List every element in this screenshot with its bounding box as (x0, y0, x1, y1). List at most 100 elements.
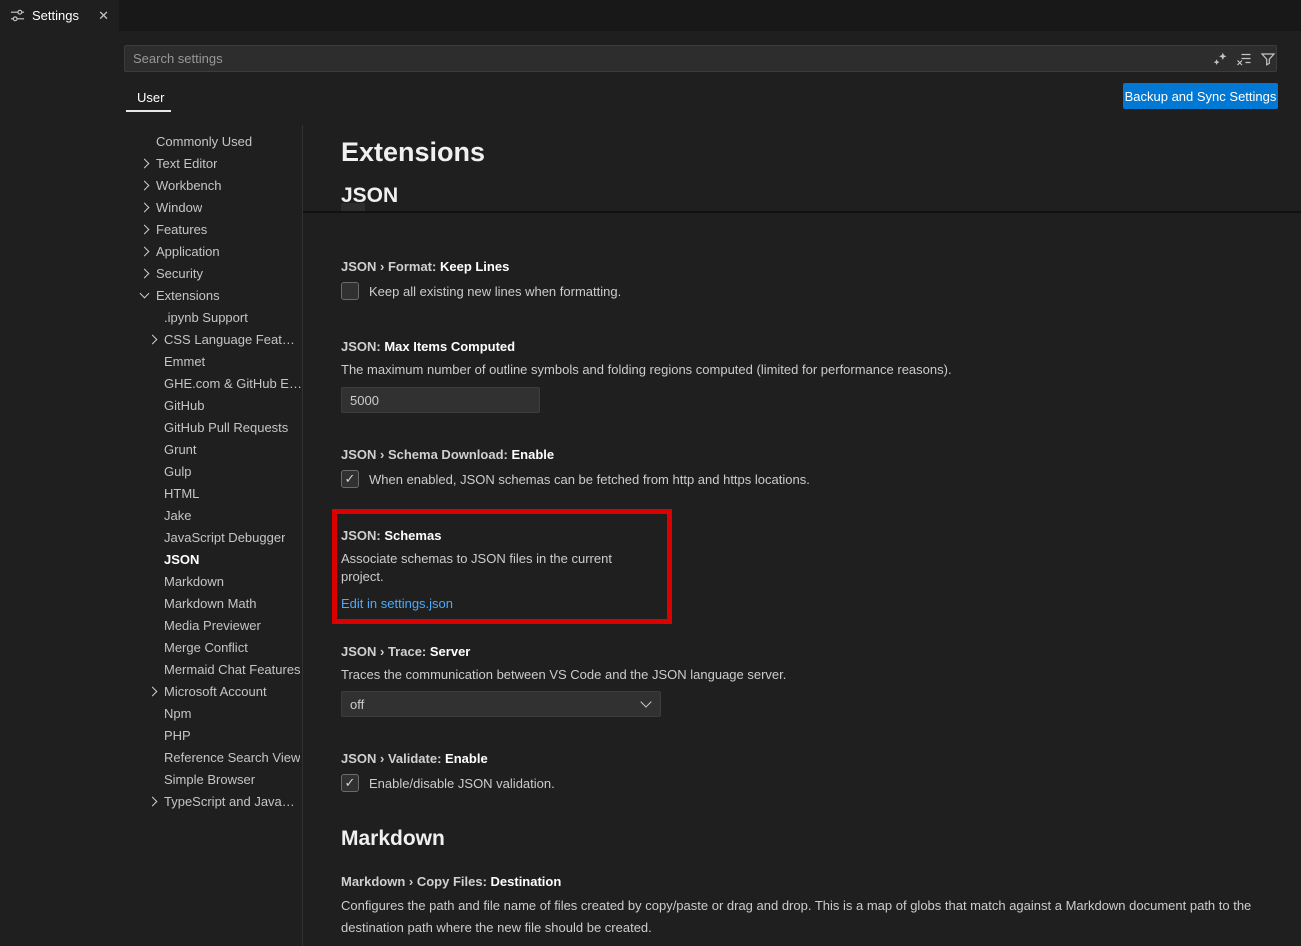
chevron-right-icon (140, 224, 150, 234)
close-icon[interactable]: ✕ (98, 9, 109, 22)
toc-item-label: Gulp (164, 464, 191, 479)
schema-download-checkbox[interactable]: ✓ (341, 470, 359, 488)
setting-title: JSON › Schema Download: Enable (341, 446, 1261, 464)
toc-item-label: CSS Language Features (164, 332, 302, 347)
toc-item[interactable]: Simple Browser (0, 768, 302, 790)
toc-item-label: Window (156, 200, 202, 215)
setting-description: Traces the communication between VS Code… (341, 666, 1261, 684)
toc-item[interactable]: Gulp (0, 460, 302, 482)
toc-item[interactable]: CSS Language Features (0, 328, 302, 350)
setting-name: Destination (491, 874, 562, 889)
chevron-right-icon (140, 202, 150, 212)
toc-item[interactable]: HTML (0, 482, 302, 504)
toc-item-label: Markdown Math (164, 596, 256, 611)
editor-tab-bar: Settings ✕ (0, 0, 1301, 31)
search-input[interactable] (124, 45, 1277, 72)
toc-item-label: JavaScript Debugger (164, 530, 285, 545)
setting-json-max-items-computed: JSON: Max Items Computed The maximum num… (341, 338, 1261, 413)
chevron-right-icon (148, 334, 158, 344)
setting-name: Server (430, 644, 470, 659)
toc-item-label: Microsoft Account (164, 684, 267, 699)
toc-item-label: Simple Browser (164, 772, 255, 787)
search-toolbar (1211, 50, 1276, 67)
chevron-down-icon (140, 288, 150, 298)
toc-item[interactable]: Window (0, 196, 302, 218)
toc-item-label: Jake (164, 508, 191, 523)
toc-item-label: Application (156, 244, 220, 259)
toc-item-label: GitHub Pull Requests (164, 420, 288, 435)
toc-item[interactable]: TypeScript and JavaSc... (0, 790, 302, 812)
setting-json-trace-server: JSON › Trace: Server Traces the communic… (341, 643, 1261, 717)
chevron-right-icon (140, 268, 150, 278)
toc-item[interactable]: Markdown (0, 570, 302, 592)
toc-item[interactable]: Microsoft Account (0, 680, 302, 702)
clear-search-icon[interactable] (1235, 50, 1252, 67)
toc-item[interactable]: Security (0, 262, 302, 284)
setting-title: JSON: Schemas (341, 527, 657, 545)
toc-item[interactable]: Jake (0, 504, 302, 526)
toc-resize-sash[interactable] (302, 125, 303, 946)
toc-item[interactable]: Markdown Math (0, 592, 302, 614)
chevron-right-icon (148, 686, 158, 696)
setting-json-validate-enable: JSON › Validate: Enable ✓ Enable/disable… (341, 750, 1261, 792)
setting-description: Enable/disable JSON validation. (369, 776, 555, 791)
user-scope-underline (126, 110, 171, 112)
toc-item[interactable]: GitHub (0, 394, 302, 416)
setting-json-schemas-highlighted: JSON: Schemas Associate schemas to JSON … (332, 509, 672, 624)
setting-description: Associate schemas to JSON files in the c… (341, 550, 657, 586)
toc-item[interactable]: Emmet (0, 350, 302, 372)
toc-item[interactable]: JavaScript Debugger (0, 526, 302, 548)
setting-name: Schemas (384, 528, 441, 543)
validate-enable-checkbox[interactable]: ✓ (341, 774, 359, 792)
setting-description: Configures the path and file name of fil… (341, 895, 1261, 939)
backup-and-sync-button[interactable]: Backup and Sync Settings (1123, 83, 1278, 109)
toc-item-label: Grunt (164, 442, 197, 457)
setting-name: Max Items Computed (384, 339, 515, 354)
toc-item[interactable]: Features (0, 218, 302, 240)
toc-item[interactable]: Workbench (0, 174, 302, 196)
toc-item[interactable]: Grunt (0, 438, 302, 460)
toc-item[interactable]: Text Editor (0, 152, 302, 174)
chevron-right-icon (140, 158, 150, 168)
setting-description: The maximum number of outline symbols an… (341, 361, 1261, 379)
setting-prefix: JSON: (341, 528, 384, 543)
filter-funnel-icon[interactable] (1259, 50, 1276, 67)
sparkle-icon[interactable] (1211, 50, 1228, 67)
chevron-right-icon (148, 796, 158, 806)
toc-item[interactable]: Reference Search View (0, 746, 302, 768)
toc-item-label: Npm (164, 706, 191, 721)
toc-item[interactable]: Extensions (0, 284, 302, 306)
toc-item[interactable]: Merge Conflict (0, 636, 302, 658)
toc-item-label: Text Editor (156, 156, 217, 171)
toc-item[interactable]: Mermaid Chat Features (0, 658, 302, 680)
toc-item-label: TypeScript and JavaSc... (164, 794, 302, 809)
toc-item[interactable]: Npm (0, 702, 302, 724)
tab-user-scope[interactable]: User (137, 90, 164, 105)
toc-item-label: Workbench (156, 178, 222, 193)
setting-description: Keep all existing new lines when formatt… (369, 284, 621, 299)
toc-item[interactable]: GHE.com & GitHub En... (0, 372, 302, 394)
edit-in-settings-json-link[interactable]: Edit in settings.json (341, 595, 453, 613)
toc-item-label: Emmet (164, 354, 205, 369)
toc-item-label: Media Previewer (164, 618, 261, 633)
toc-item-label: GHE.com & GitHub En... (164, 376, 302, 391)
trace-server-select[interactable]: off (341, 691, 661, 717)
keep-lines-checkbox[interactable] (341, 282, 359, 300)
tab-title: Settings (32, 8, 79, 23)
setting-json-schema-download-enable: JSON › Schema Download: Enable ✓ When en… (341, 446, 1261, 488)
settings-toc: Commonly Used Text Editor Workbench Wind… (0, 130, 302, 812)
toc-item[interactable]: Application (0, 240, 302, 262)
setting-title: JSON › Trace: Server (341, 643, 1261, 661)
toc-item[interactable]: PHP (0, 724, 302, 746)
chevron-right-icon (140, 246, 150, 256)
toc-item[interactable]: GitHub Pull Requests (0, 416, 302, 438)
setting-prefix: JSON › Validate: (341, 751, 445, 766)
max-items-computed-input[interactable] (341, 387, 540, 413)
toc-item-label: HTML (164, 486, 199, 501)
settings-tab[interactable]: Settings ✕ (0, 0, 119, 31)
settings-body: Extensions JSON JSON › Format: Keep Line… (341, 131, 1261, 946)
toc-item[interactable]: Media Previewer (0, 614, 302, 636)
toc-item[interactable]: JSON (0, 548, 302, 570)
toc-item[interactable]: Commonly Used (0, 130, 302, 152)
toc-item[interactable]: .ipynb Support (0, 306, 302, 328)
